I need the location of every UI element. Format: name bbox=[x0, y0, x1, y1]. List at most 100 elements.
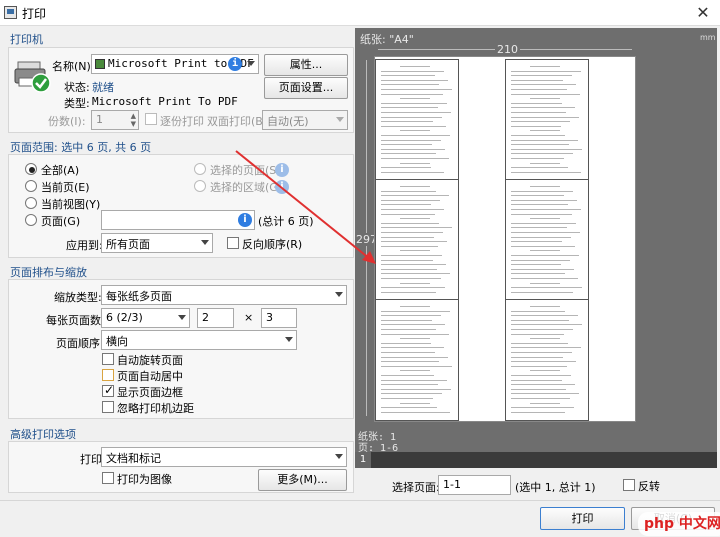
info-icon[interactable]: i bbox=[228, 57, 242, 71]
text-line bbox=[381, 291, 436, 293]
text-line bbox=[381, 190, 436, 192]
page-order-select[interactable]: 横向 bbox=[101, 330, 297, 350]
all-pages-radio[interactable] bbox=[25, 163, 37, 175]
text-line bbox=[511, 361, 576, 363]
text-line bbox=[381, 107, 438, 109]
text-line bbox=[400, 218, 430, 220]
text-line bbox=[381, 79, 448, 81]
text-line bbox=[511, 227, 567, 229]
print-what-select[interactable]: 文档和标记 bbox=[101, 447, 347, 467]
text-line bbox=[381, 209, 444, 210]
sheet-number-tab[interactable]: 1 bbox=[355, 452, 371, 468]
text-line bbox=[400, 250, 430, 252]
text-line bbox=[511, 139, 578, 141]
text-line bbox=[530, 282, 560, 284]
window-title: 打印 bbox=[22, 7, 47, 21]
reverse-checkbox[interactable] bbox=[623, 479, 635, 491]
current-page-radio[interactable] bbox=[25, 180, 37, 192]
text-line bbox=[381, 384, 438, 386]
text-line bbox=[381, 264, 446, 266]
copies-value: 1 bbox=[96, 113, 103, 126]
text-line bbox=[381, 379, 447, 381]
text-line bbox=[381, 388, 451, 390]
apply-to-select[interactable]: 所有页面 bbox=[101, 233, 213, 253]
text-line bbox=[381, 310, 450, 312]
text-line bbox=[511, 365, 567, 367]
print-what-label: 打印 bbox=[80, 453, 102, 466]
page-setup-button[interactable]: 页面设置... bbox=[264, 77, 348, 99]
text-line bbox=[381, 75, 435, 77]
ignore-margin-label: 忽略打印机边距 bbox=[117, 402, 194, 415]
text-line bbox=[400, 130, 430, 132]
text-line bbox=[381, 393, 442, 395]
sheet-scrollbar[interactable] bbox=[355, 452, 717, 468]
preview-page bbox=[505, 59, 589, 181]
print-as-image-checkbox[interactable] bbox=[102, 472, 114, 484]
text-line bbox=[511, 153, 573, 155]
print-as-image-label: 打印为图像 bbox=[117, 473, 172, 486]
text-line bbox=[530, 370, 560, 372]
copies-spinner[interactable]: 1 ▲ ▼ bbox=[91, 110, 139, 130]
spinner-arrows-icon: ▲ ▼ bbox=[130, 112, 136, 128]
text-line bbox=[511, 287, 582, 289]
selected-pages-radio[interactable] bbox=[194, 163, 206, 175]
text-line bbox=[381, 139, 441, 141]
text-line bbox=[381, 171, 444, 173]
text-line bbox=[511, 213, 572, 215]
columns-input[interactable]: 2 bbox=[197, 308, 234, 328]
duplex-value: 自动(无) bbox=[267, 115, 309, 128]
collate-checkbox[interactable] bbox=[145, 113, 157, 125]
auto-rotate-checkbox[interactable] bbox=[102, 353, 114, 365]
printer-name-select[interactable]: Microsoft Print to PDF i bbox=[91, 54, 259, 74]
rows-input[interactable]: 3 bbox=[261, 308, 297, 328]
scale-type-select[interactable]: 每张纸多页面 bbox=[101, 285, 347, 305]
scale-type-label: 缩放类型: bbox=[54, 291, 102, 304]
text-line bbox=[511, 352, 572, 353]
watermark: php 中文网 bbox=[638, 512, 720, 536]
selected-region-radio[interactable] bbox=[194, 180, 206, 192]
ignore-margin-checkbox[interactable] bbox=[102, 401, 114, 413]
text-line bbox=[381, 102, 447, 104]
text-line bbox=[511, 93, 580, 95]
text-line bbox=[381, 227, 452, 229]
apply-to-label: 应用到: bbox=[66, 239, 103, 252]
type-label: 类型: bbox=[64, 97, 90, 110]
print-button[interactable]: 打印 bbox=[540, 507, 625, 530]
text-line bbox=[511, 112, 566, 113]
pages-radio[interactable] bbox=[25, 214, 37, 226]
text-line bbox=[381, 324, 445, 326]
pages-per-sheet-label: 每张页面数: bbox=[46, 314, 105, 327]
text-line bbox=[530, 130, 560, 132]
show-border-checkbox[interactable] bbox=[102, 383, 114, 397]
select-page-input[interactable]: 1-1 bbox=[438, 475, 511, 495]
close-icon[interactable]: ✕ bbox=[690, 2, 716, 24]
printer-section-title: 打印机 bbox=[10, 33, 43, 46]
preview-page bbox=[375, 299, 459, 421]
auto-center-checkbox[interactable] bbox=[102, 369, 114, 381]
text-line bbox=[381, 89, 452, 90]
text-line bbox=[511, 264, 561, 266]
text-line bbox=[400, 186, 430, 187]
current-view-radio[interactable] bbox=[25, 197, 37, 209]
printer-icon bbox=[14, 60, 54, 96]
units-label: mm bbox=[700, 33, 716, 42]
duplex-select[interactable]: 自动(无) bbox=[262, 110, 348, 130]
text-line bbox=[511, 107, 575, 109]
text-line bbox=[381, 315, 441, 317]
text-line bbox=[381, 398, 433, 399]
text-line bbox=[530, 162, 560, 164]
text-line bbox=[381, 361, 439, 363]
all-pages-label: 全部(A) bbox=[41, 164, 80, 177]
properties-button[interactable]: 属性... bbox=[264, 54, 348, 76]
pages-per-sheet-value: 6 (2/3) bbox=[106, 311, 143, 324]
text-line bbox=[511, 204, 568, 206]
text-line bbox=[381, 352, 435, 353]
text-line bbox=[511, 291, 573, 293]
text-line bbox=[511, 315, 578, 317]
text-line bbox=[381, 319, 432, 321]
text-line bbox=[511, 190, 573, 192]
text-line bbox=[511, 125, 561, 127]
pages-per-sheet-select[interactable]: 6 (2/3) bbox=[101, 308, 190, 328]
more-button[interactable]: 更多(M)... bbox=[258, 469, 347, 491]
text-line bbox=[530, 402, 560, 404]
